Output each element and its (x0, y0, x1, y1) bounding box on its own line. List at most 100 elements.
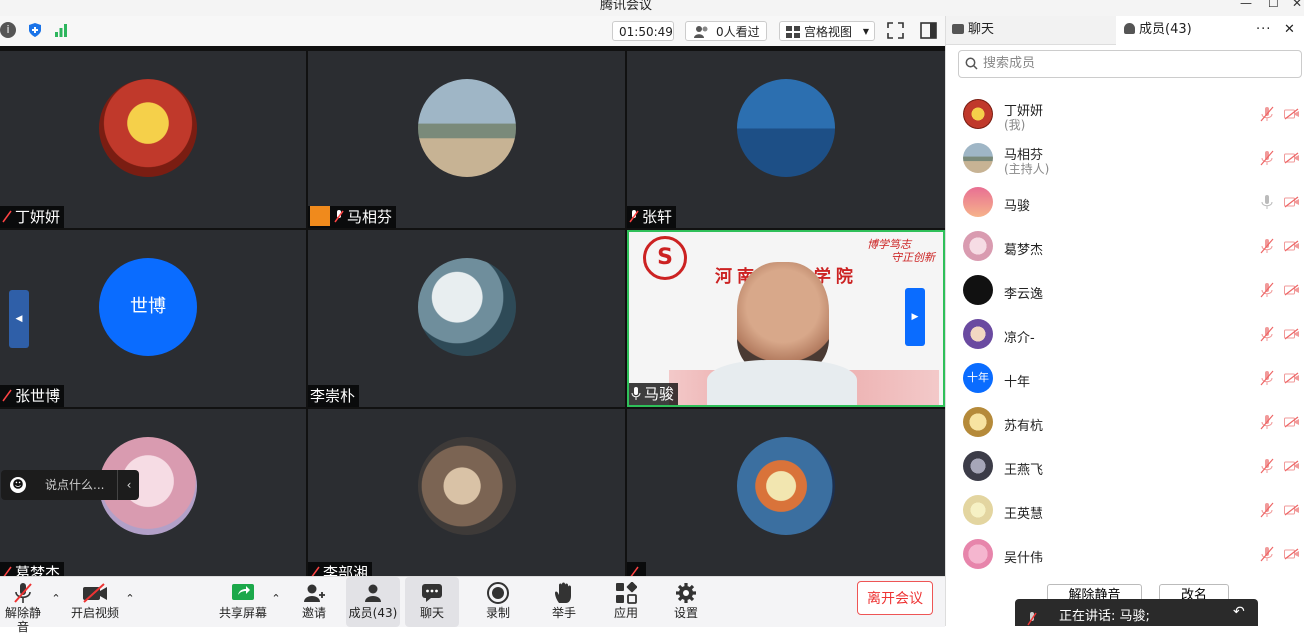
mic-muted-icon[interactable] (1260, 502, 1274, 518)
member-name: 马骏 (1004, 199, 1031, 214)
speaking-indicator: 正在讲话: 马骏; ↶ (1015, 599, 1258, 626)
camera-off-icon[interactable] (1284, 504, 1300, 516)
settings-button[interactable]: 设置 (664, 577, 708, 627)
participant-name-label: 张轩 (627, 206, 677, 228)
video-tile[interactable]: 张轩 (627, 51, 945, 228)
mic-muted-icon[interactable] (1260, 370, 1274, 386)
invite-button[interactable]: 邀请 (292, 577, 336, 627)
video-tile[interactable] (627, 409, 945, 576)
mic-muted-icon[interactable] (1260, 238, 1274, 254)
member-row[interactable]: 马相芬 (主持人) (946, 136, 1304, 180)
participant-name-label: 李崇朴 (308, 385, 360, 407)
view-mode-dropdown[interactable]: 宫格视图 ▼ (779, 21, 875, 41)
mic-muted-icon[interactable] (1260, 458, 1274, 474)
video-tile[interactable]: 马相芬 (308, 51, 625, 228)
avatar (963, 495, 993, 525)
chevron-left-icon[interactable]: ‹ (117, 470, 140, 500)
fullscreen-icon[interactable] (887, 22, 904, 39)
member-row[interactable]: 丁妍妍 (我) (946, 92, 1304, 136)
avatar (737, 79, 835, 177)
hand-icon (555, 582, 571, 603)
camera-off-icon[interactable] (1284, 240, 1300, 252)
member-row[interactable]: 王英慧 (946, 488, 1304, 532)
camera-off-icon[interactable] (1284, 196, 1300, 208)
member-name: 王燕飞 (1004, 463, 1044, 478)
video-tile[interactable]: 李崇朴 (308, 230, 625, 407)
member-row[interactable]: 李云逸 (946, 268, 1304, 312)
title-bar: 腾讯会议 — ☐ ✕ (0, 0, 1304, 16)
search-member-input[interactable]: 搜索成员 (958, 50, 1302, 78)
close-icon[interactable]: ✕ (1292, 0, 1302, 10)
meeting-controls-bar: 解除静音 ⌃ 开启视频 ⌃ 共享屏幕 ⌃ 邀请 成员(43) 聊天 录制 举手 … (0, 576, 945, 634)
side-panel-toggle-icon[interactable] (920, 22, 937, 39)
maximize-icon[interactable]: ☐ (1268, 0, 1279, 10)
audio-options-caret[interactable]: ⌃ (48, 577, 64, 627)
gear-icon (676, 583, 696, 603)
mic-muted-icon[interactable] (1260, 326, 1274, 342)
undo-icon[interactable]: ↶ (1233, 603, 1245, 621)
mic-muted-icon[interactable] (1260, 106, 1274, 122)
avatar (418, 437, 516, 535)
active-speaker-tile[interactable]: S 博学笃志 守正创新 河南大学 学院 ▶ 马骏 (627, 230, 945, 407)
camera-off-icon[interactable] (1284, 284, 1300, 296)
mic-muted-icon[interactable] (1260, 150, 1274, 166)
member-role: (我) (1004, 118, 1026, 132)
camera-off-icon[interactable] (1284, 416, 1300, 428)
chat-placeholder: 说点什么... (45, 478, 105, 492)
tab-members[interactable]: 成员(43) ··· ✕ (1116, 16, 1304, 45)
apps-button[interactable]: 应用 (604, 577, 648, 627)
camera-off-icon[interactable] (1284, 328, 1300, 340)
members-button[interactable]: 成员(43) (346, 577, 400, 627)
signal-icon[interactable] (53, 22, 69, 38)
raise-hand-button[interactable]: 举手 (542, 577, 586, 627)
camera-off-icon[interactable] (1284, 372, 1300, 384)
member-row[interactable]: 王燕飞 (946, 444, 1304, 488)
close-icon[interactable]: ✕ (1284, 16, 1295, 44)
chat-quick-input[interactable]: ☻ 说点什么... ‹ (1, 470, 139, 500)
member-row[interactable]: 马骏 (946, 180, 1304, 224)
speaker-face (737, 262, 829, 372)
chevron-down-icon: ▼ (862, 27, 869, 36)
unmute-button[interactable]: 解除静音 (0, 577, 46, 634)
mic-icon[interactable] (1260, 194, 1274, 210)
mic-muted-icon (3, 566, 12, 576)
start-video-button[interactable]: 开启视频 (68, 577, 122, 627)
chat-button[interactable]: 聊天 (405, 577, 459, 627)
shield-icon[interactable] (27, 22, 43, 38)
camera-off-icon[interactable] (1284, 460, 1300, 472)
info-icon[interactable]: i (0, 22, 16, 38)
member-row[interactable]: 十年 十年 (946, 356, 1304, 400)
mic-muted-icon[interactable] (1260, 282, 1274, 298)
tab-chat[interactable]: 聊天 (952, 16, 994, 44)
speaking-text: 正在讲话: 马骏; (1059, 609, 1150, 624)
member-name: 李云逸 (1004, 287, 1044, 302)
viewers-button[interactable]: 0人看过 (685, 21, 767, 41)
member-row[interactable]: 葛梦杰 (946, 224, 1304, 268)
page-prev-button[interactable]: ◀ (9, 290, 29, 348)
camera-off-icon[interactable] (1284, 108, 1300, 120)
member-row[interactable]: 吴什伟 (946, 532, 1304, 576)
video-tile[interactable]: 丁妍妍 (0, 51, 306, 228)
video-options-caret[interactable]: ⌃ (122, 577, 138, 627)
grid-icon (786, 26, 800, 38)
video-tile[interactable]: 李部湘 (308, 409, 625, 576)
mic-muted-icon[interactable] (1260, 414, 1274, 430)
emoji-icon[interactable]: ☻ (10, 477, 26, 493)
record-button[interactable]: 录制 (476, 577, 520, 627)
share-options-caret[interactable]: ⌃ (268, 577, 284, 627)
camera-off-icon (83, 583, 107, 603)
camera-off-icon[interactable] (1284, 548, 1300, 560)
minimize-icon[interactable]: — (1240, 0, 1252, 10)
leave-meeting-button[interactable]: 离开会议 (857, 581, 933, 615)
camera-off-icon[interactable] (1284, 152, 1300, 164)
share-screen-button[interactable]: 共享屏幕 (216, 577, 270, 627)
member-row[interactable]: 苏有杭 (946, 400, 1304, 444)
member-row[interactable]: 凉介- (946, 312, 1304, 356)
viewers-count: 0人看过 (716, 25, 760, 39)
page-next-button[interactable]: ▶ (905, 288, 925, 346)
video-tile[interactable]: 世博 张世博 ◀ (0, 230, 306, 407)
mic-muted-icon[interactable] (1260, 546, 1274, 562)
more-icon[interactable]: ··· (1256, 16, 1271, 44)
video-grid: 丁妍妍 马相芬 张轩 世博 张世博 ◀ 李崇朴 S 博学笃志 守正创新 河南大学… (0, 46, 945, 576)
add-user-icon (304, 584, 325, 602)
